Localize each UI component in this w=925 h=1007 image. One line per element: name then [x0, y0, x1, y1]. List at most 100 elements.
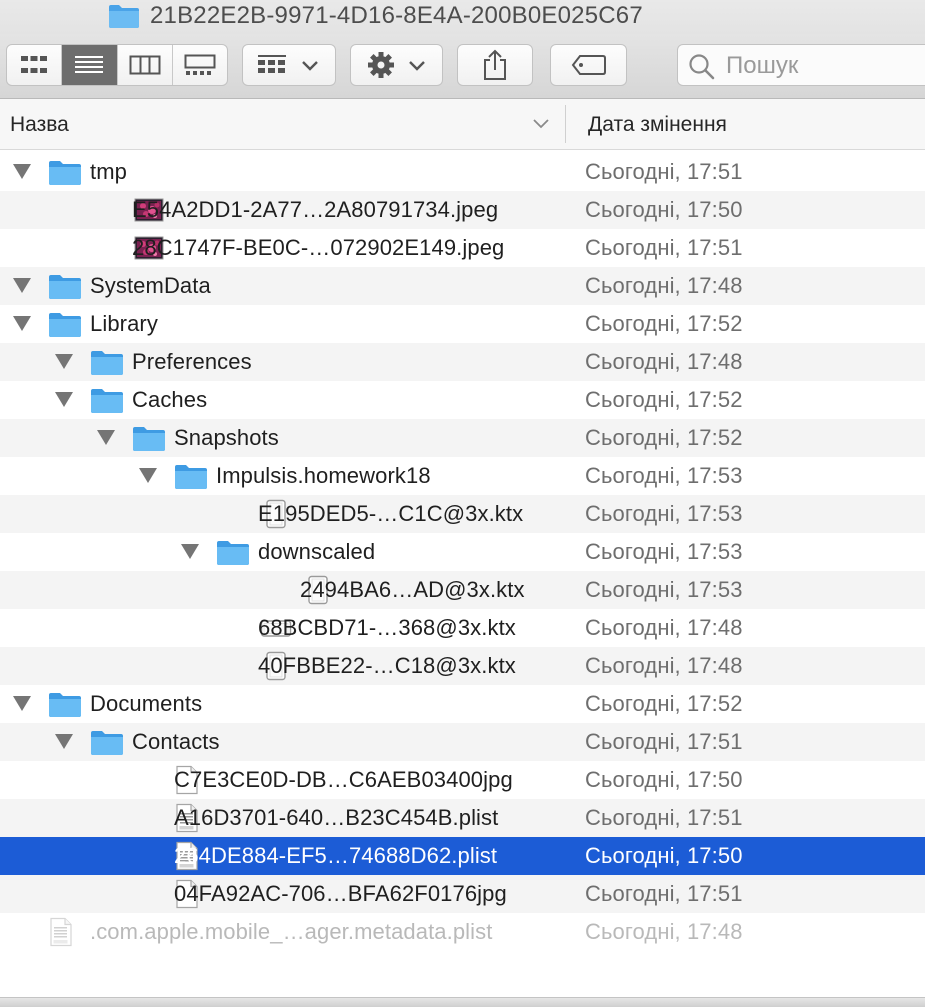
search-input[interactable] — [724, 51, 918, 81]
folder-icon — [48, 690, 82, 723]
sort-chevron-icon[interactable] — [532, 117, 550, 129]
column-view-button[interactable] — [118, 45, 173, 85]
date-modified: Сьогодні, 17:53 — [585, 463, 743, 488]
file-row[interactable]: 2494BA6…AD@3x.ktx Сьогодні, 17:53 — [0, 571, 925, 609]
file-row[interactable]: E54A2DD1-2A77…2A80791734.jpeg Сьогодні, 1… — [0, 191, 925, 229]
file-row[interactable]: 04FA92AC-706…BFA62F0176jpg Сьогодні, 17:5… — [0, 875, 925, 913]
folder-icon — [90, 386, 124, 419]
date-modified: Сьогодні, 17:52 — [585, 387, 743, 412]
folder-row[interactable]: Preferences Сьогодні, 17:48 — [0, 343, 925, 381]
column-view-icon — [129, 55, 161, 75]
tag-button[interactable] — [550, 44, 627, 86]
disclosure-triangle-icon[interactable] — [97, 430, 115, 445]
folder-icon — [109, 5, 139, 28]
date-modified: Сьогодні, 17:51 — [585, 881, 743, 906]
file-name: 40FBBE22-…C18@3x.ktx — [258, 653, 516, 678]
date-modified: Сьогодні, 17:51 — [585, 729, 743, 754]
folder-icon — [48, 272, 82, 305]
file-name: .com.apple.mobile_…ager.metadata.plist — [90, 919, 493, 944]
file-row[interactable]: 264DE884-EF5…74688D62.plist Сьогодні, 17:… — [0, 837, 925, 875]
file-name: Library — [90, 311, 158, 336]
disclosure-triangle-icon[interactable] — [55, 734, 73, 749]
date-modified: Сьогодні, 17:53 — [585, 501, 743, 526]
folder-row[interactable]: SystemData Сьогодні, 17:48 — [0, 267, 925, 305]
date-modified: Сьогодні, 17:53 — [585, 577, 743, 602]
folder-icon — [216, 538, 250, 571]
disclosure-triangle-icon[interactable] — [55, 392, 73, 407]
file-row[interactable]: 40FBBE22-…C18@3x.ktx Сьогодні, 17:48 — [0, 647, 925, 685]
folder-icon — [48, 158, 82, 191]
file-name: Documents — [90, 691, 203, 716]
column-divider[interactable] — [565, 105, 566, 143]
search-field[interactable] — [677, 44, 925, 86]
folder-row[interactable]: Documents Сьогодні, 17:52 — [0, 685, 925, 723]
list-view-icon — [75, 56, 104, 73]
date-modified: Сьогодні, 17:48 — [585, 653, 743, 678]
folder-icon — [174, 462, 208, 495]
title-bar: 21B22E2B-9971-4D16-8E4A-200B0E025C67 — [0, 0, 925, 34]
folder-row[interactable]: tmp Сьогодні, 17:51 — [0, 153, 925, 191]
file-name: 264DE884-EF5…74688D62.plist — [174, 843, 498, 868]
folder-row[interactable]: Contacts Сьогодні, 17:51 — [0, 723, 925, 761]
date-modified: Сьогодні, 17:50 — [585, 767, 743, 792]
file-row[interactable]: 68BCBD71-…368@3x.ktx Сьогодні, 17:48 — [0, 609, 925, 647]
share-button[interactable] — [457, 44, 533, 86]
date-modified: Сьогодні, 17:52 — [585, 311, 743, 336]
date-modified: Сьогодні, 17:52 — [585, 691, 743, 716]
folder-row[interactable]: Library Сьогодні, 17:52 — [0, 305, 925, 343]
file-name: C7E3CE0D-DB…C6AEB03400jpg — [174, 767, 513, 792]
file-name: Contacts — [132, 729, 220, 754]
folder-icon — [90, 348, 124, 381]
date-modified: Сьогодні, 17:52 — [585, 425, 743, 450]
icon-view-button[interactable] — [7, 45, 63, 85]
file-name: 68BCBD71-…368@3x.ktx — [258, 615, 516, 640]
folder-row[interactable]: Caches Сьогодні, 17:52 — [0, 381, 925, 419]
name-column-header[interactable]: Назва — [10, 113, 69, 137]
file-name: Snapshots — [174, 425, 279, 450]
gallery-view-button[interactable] — [173, 45, 227, 85]
disclosure-triangle-icon[interactable] — [55, 354, 73, 369]
action-button[interactable] — [350, 44, 443, 86]
file-name: 2494BA6…AD@3x.ktx — [300, 577, 525, 602]
file-row[interactable]: .com.apple.mobile_…ager.metadata.plist Сь… — [0, 913, 925, 951]
date-modified: Сьогодні, 17:48 — [585, 919, 743, 944]
file-name: Caches — [132, 387, 208, 412]
disclosure-triangle-icon[interactable] — [181, 544, 199, 559]
date-modified: Сьогодні, 17:50 — [585, 197, 743, 222]
disclosure-triangle-icon[interactable] — [13, 164, 31, 179]
group-by-icon — [258, 55, 286, 73]
file-name: 04FA92AC-706…BFA62F0176jpg — [174, 881, 507, 906]
file-row[interactable]: C7E3CE0D-DB…C6AEB03400jpg Сьогодні, 17:50 — [0, 761, 925, 799]
chevron-down-icon — [408, 61, 425, 71]
disclosure-triangle-icon[interactable] — [139, 468, 157, 483]
share-icon — [484, 49, 506, 80]
disclosure-triangle-icon[interactable] — [13, 696, 31, 711]
window-title: 21B22E2B-9971-4D16-8E4A-200B0E025C67 — [150, 2, 643, 29]
column-header: Назва Дата змінення — [0, 99, 925, 150]
file-name: Impulsis.homework18 — [216, 463, 431, 488]
date-modified: Сьогодні, 17:53 — [585, 539, 743, 564]
date-modified: Сьогодні, 17:48 — [585, 349, 743, 374]
date-modified: Сьогодні, 17:51 — [585, 805, 743, 830]
file-row[interactable]: E195DED5-…C1C@3x.ktx Сьогодні, 17:53 — [0, 495, 925, 533]
file-name: downscaled — [258, 539, 376, 564]
disclosure-triangle-icon[interactable] — [13, 316, 31, 331]
date-modified: Сьогодні, 17:48 — [585, 615, 743, 640]
folder-icon — [90, 728, 124, 761]
folder-row[interactable]: downscaled Сьогодні, 17:53 — [0, 533, 925, 571]
date-modified-column-header[interactable]: Дата змінення — [588, 113, 727, 137]
list-view-button[interactable] — [62, 45, 118, 85]
file-row[interactable]: 28C1747F-BE0C-…072902E149.jpeg Сьогодні, … — [0, 229, 925, 267]
group-by-button[interactable] — [242, 44, 336, 86]
file-name: SystemData — [90, 273, 211, 298]
date-modified: Сьогодні, 17:51 — [585, 159, 743, 184]
file-name: tmp — [90, 159, 127, 184]
file-row[interactable]: A16D3701-640…B23C454B.plist Сьогодні, 17:… — [0, 799, 925, 837]
folder-icon — [132, 424, 166, 457]
view-mode-segmented-control — [6, 44, 228, 86]
folder-row[interactable]: Snapshots Сьогодні, 17:52 — [0, 419, 925, 457]
gallery-view-icon — [184, 54, 216, 75]
chevron-down-icon — [302, 61, 318, 71]
folder-row[interactable]: Impulsis.homework18 Сьогодні, 17:53 — [0, 457, 925, 495]
disclosure-triangle-icon[interactable] — [13, 278, 31, 293]
